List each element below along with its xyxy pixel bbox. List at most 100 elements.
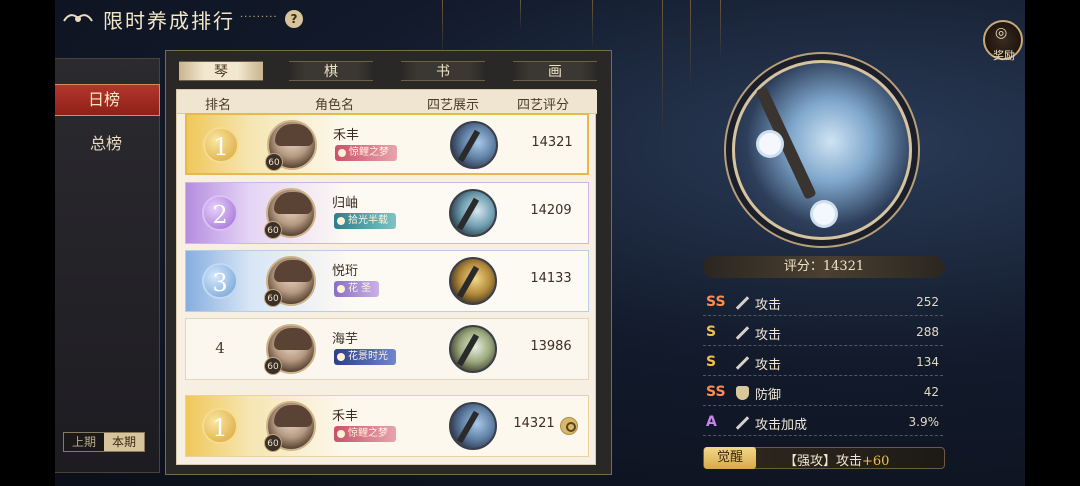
title-tag: 惊鲤之梦 [335, 145, 397, 161]
header-rank: 排名 [205, 98, 232, 113]
shield-icon [735, 386, 749, 400]
stat-label: 攻击 [755, 298, 782, 313]
grade-badge: S [706, 324, 717, 340]
grade-badge: A [706, 414, 717, 430]
rank-medal: 1 [202, 408, 238, 444]
sword-icon [735, 356, 750, 370]
art-score: 14133 [530, 271, 572, 286]
character-name: 悦珩 [332, 264, 359, 279]
art-score: 14209 [530, 203, 572, 218]
tag-icon [337, 285, 345, 293]
header-name: 角色名 [315, 98, 355, 113]
art-showcase-icon[interactable] [450, 121, 498, 169]
tag-icon [338, 149, 346, 157]
art-score: 14321 [531, 135, 573, 150]
period-toggle: 上期 本期 [63, 432, 145, 452]
tab-shu[interactable]: 书 [401, 61, 485, 81]
stat-row: A 攻击加成 3.9% [703, 410, 943, 436]
tab-total[interactable]: 总榜 [52, 130, 160, 158]
tab-hua[interactable]: 画 [513, 61, 597, 81]
reward-label[interactable]: 奖励 [983, 47, 1025, 63]
character-name: 禾丰 [332, 409, 359, 424]
ranking-table: 排名 角色名 四艺展示 四艺评分 1 60 禾丰 惊鲤之梦 14321 2 60… [176, 89, 597, 465]
sword-icon [735, 296, 750, 310]
level-badge: 60 [264, 434, 282, 452]
stat-label: 防御 [755, 388, 782, 403]
stat-label: 攻击加成 [755, 418, 808, 433]
stat-value: 288 [916, 325, 939, 339]
header-score: 四艺评分 [517, 98, 570, 113]
my-rank-row[interactable]: 1 60 禾丰 惊鲤之梦 14321 [185, 395, 589, 457]
title-dots: ········· [240, 12, 278, 23]
table-row[interactable]: 3 60 悦珩 花 圣 14133 [185, 250, 589, 312]
table-row[interactable]: 4 60 海芋 花景时光 13986 [185, 318, 589, 380]
table-row[interactable]: 1 60 禾丰 惊鲤之梦 14321 [185, 113, 589, 175]
tab-qin[interactable]: 琴 [179, 61, 263, 81]
page-title: 限时养成排行 [103, 9, 235, 33]
magnify-icon[interactable] [560, 417, 578, 435]
stat-value: 134 [916, 355, 939, 369]
period-prev-button[interactable]: 上期 [64, 433, 104, 451]
flower-icon [759, 133, 781, 155]
table-row[interactable]: 2 60 归岫 拾光半载 14209 [185, 182, 589, 244]
character-name: 海芋 [332, 332, 359, 347]
title-tag: 花 圣 [334, 281, 380, 297]
level-badge: 60 [265, 153, 283, 171]
stat-label: 攻击 [755, 328, 782, 343]
stat-value: 42 [923, 385, 939, 399]
stat-row: S 攻击 134 [703, 350, 943, 376]
level-badge: 60 [264, 289, 282, 307]
title-tag: 花景时光 [334, 349, 396, 365]
stat-label: 攻击 [755, 358, 782, 373]
sword-icon [735, 416, 750, 430]
sword-icon [735, 326, 750, 340]
rank-medal: 2 [202, 195, 238, 231]
detail-score: 评分：14321 [703, 256, 945, 278]
title-tag: 拾光半载 [334, 213, 396, 229]
header-show: 四艺展示 [427, 98, 480, 113]
rank-number: 4 [215, 339, 225, 357]
awaken-bar: 觉醒 【强攻】攻击+60 [703, 447, 945, 469]
title-tag: 惊鲤之梦 [334, 426, 396, 442]
awaken-text: 【强攻】攻击+60 [784, 454, 890, 469]
ranking-tab-panel [52, 58, 160, 473]
tag-icon [337, 430, 345, 438]
table-header: 排名 角色名 四艺展示 四艺评分 [177, 90, 597, 114]
level-badge: 60 [264, 357, 282, 375]
grade-badge: S [706, 354, 717, 370]
tag-icon [337, 217, 345, 225]
rank-medal: 3 [202, 263, 238, 299]
stat-row: S 攻击 288 [703, 320, 943, 346]
character-name: 禾丰 [333, 128, 360, 143]
rank-medal: 1 [203, 127, 239, 163]
grade-badge: SS [706, 294, 726, 310]
flower-icon [813, 203, 835, 225]
reward-icon: ◎ [995, 25, 1008, 41]
art-showcase-icon[interactable] [449, 189, 497, 237]
stat-row: SS 防御 42 [703, 380, 943, 406]
screen-edge-right [1025, 0, 1080, 486]
art-showcase-icon[interactable] [449, 325, 497, 373]
stat-row: SS 攻击 252 [703, 290, 943, 316]
art-score: 13986 [530, 339, 572, 354]
level-badge: 60 [264, 221, 282, 239]
art-showcase-icon[interactable] [449, 257, 497, 305]
stat-value: 3.9% [908, 415, 940, 429]
header: 限时养成排行 ········· ? [0, 0, 1080, 40]
screen-edge-left [0, 0, 55, 486]
tag-icon [337, 353, 345, 361]
stat-value: 252 [916, 295, 939, 309]
grade-badge: SS [706, 384, 726, 400]
tab-daily[interactable]: 日榜 [48, 84, 160, 116]
art-tabs: 琴 棋 书 画 [179, 61, 604, 81]
tab-qi[interactable]: 棋 [289, 61, 373, 81]
instrument-medallion [732, 60, 912, 240]
help-icon[interactable]: ? [285, 10, 303, 28]
cloud-logo-icon [63, 14, 93, 22]
character-name: 归岫 [332, 196, 359, 211]
awaken-label: 觉醒 [704, 447, 756, 469]
period-current-button[interactable]: 本期 [104, 433, 144, 451]
game-screen: 限时养成排行 ········· ? ◎ 奖励 日榜 总榜 上期 本期 琴 棋 … [0, 0, 1080, 486]
art-showcase-icon[interactable] [449, 402, 497, 450]
art-score: 14321 [513, 416, 555, 431]
